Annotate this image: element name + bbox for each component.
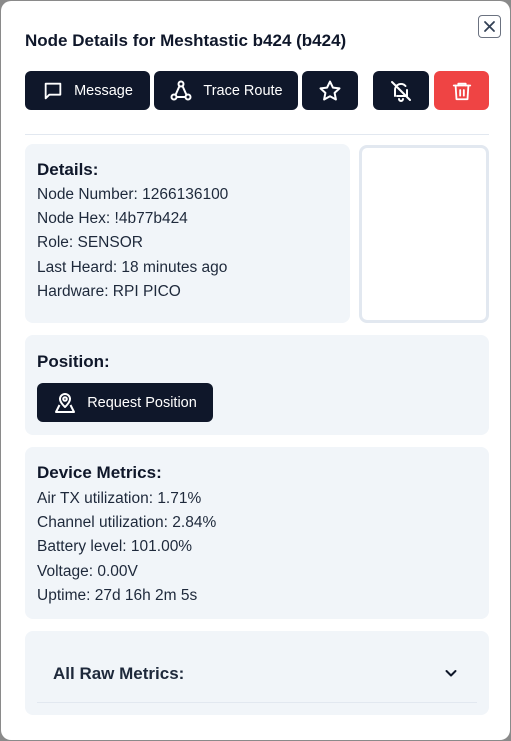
metrics-list: Air TX utilization: 1.71% Channel utiliz… [37,487,216,608]
raw-metrics-title: All Raw Metrics: [53,664,185,683]
trace-route-button[interactable]: Trace Route [154,71,298,110]
node-number: Node Number: 1266136100 [37,186,229,203]
chevron-down-icon[interactable] [443,665,459,681]
favorite-button[interactable] [302,71,358,110]
last-heard: Last Heard: 18 minutes ago [37,258,228,276]
star-icon [319,80,341,100]
details-title: Details: [37,160,99,179]
route-icon [170,80,192,100]
details-card: Details: Node Number: 1266136100 Node He… [25,144,350,323]
message-button-label: Message [74,82,133,99]
uptime: Uptime: 27d 16h 2m 5s [37,586,198,604]
request-position-button[interactable]: Request Position [37,383,213,422]
battery-level: Battery level: 101.00% [37,538,193,556]
close-icon [484,21,495,32]
node-role: Role: SENSOR [37,234,143,252]
dialog-title: Node Details for Meshtastic b424 (b424) [25,31,347,50]
voltage: Voltage: 0.00V [37,562,138,580]
node-image-placeholder [359,145,489,323]
trace-route-button-label: Trace Route [203,82,283,99]
mute-button[interactable] [373,71,429,110]
node-details-dialog: Node Details for Meshtastic b424 (b424) … [1,1,510,740]
raw-metrics-divider [37,702,477,703]
close-button[interactable] [478,15,501,38]
message-square-icon [44,82,62,99]
hardware: Hardware: RPI PICO [37,282,181,300]
raw-metrics-accordion[interactable]: All Raw Metrics: [25,631,489,715]
details-list: Node Number: 1266136100 Node Hex: !4b77b… [37,183,228,304]
message-button[interactable]: Message [25,71,150,110]
map-pin-icon [55,392,76,413]
header-divider [25,134,489,135]
position-card: Position: Request Position [25,335,489,435]
bell-off-icon [391,80,411,102]
delete-button[interactable] [434,71,489,110]
air-tx-utilization: Air TX utilization: 1.71% [37,490,202,507]
trash-icon [452,82,471,100]
request-position-label: Request Position [87,394,197,411]
metrics-title: Device Metrics: [37,463,162,482]
position-title: Position: [37,352,110,371]
channel-utilization: Channel utilization: 2.84% [37,514,217,532]
device-metrics-card: Device Metrics: Air TX utilization: 1.71… [25,447,489,619]
node-hex: Node Hex: !4b77b424 [37,210,188,228]
